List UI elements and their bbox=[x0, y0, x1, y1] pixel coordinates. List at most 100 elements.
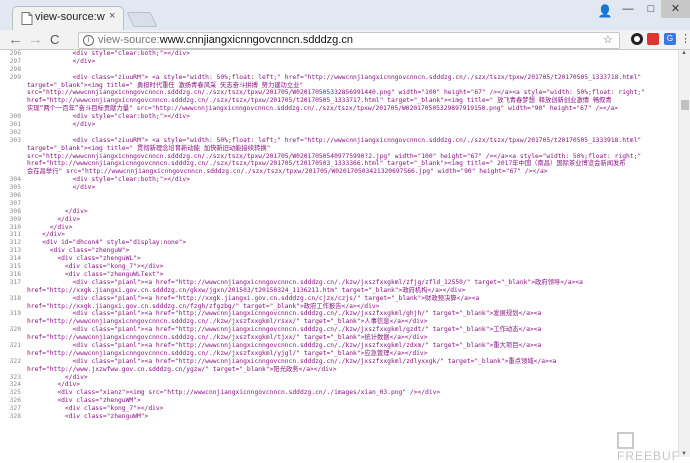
new-tab-button[interactable] bbox=[126, 12, 158, 27]
line-number: 317 bbox=[9, 278, 21, 286]
line-code: href="http://wwwcnnjiangxicnngovcnncn.sd… bbox=[27, 334, 428, 342]
source-line: 323 </div> bbox=[0, 374, 678, 382]
source-line: 318 <div class="pianl"><a href="http://x… bbox=[0, 295, 678, 303]
translate-extension-icon[interactable]: G bbox=[664, 33, 676, 45]
line-number: 327 bbox=[9, 405, 21, 413]
line-code: </div> bbox=[27, 57, 96, 65]
line-code: 会在昌举行" src="http://wwwcnnjiangxicnngovcn… bbox=[27, 168, 548, 176]
source-line: 314 <div class="zhenguWL"> bbox=[0, 255, 678, 263]
source-line: href="http://xxgk.jiangxi.gov.cn.sdddzg.… bbox=[0, 287, 678, 295]
line-number: 307 bbox=[9, 199, 21, 207]
line-code: <div class="zhenguWM"> bbox=[27, 412, 149, 420]
adblock-extension-icon[interactable] bbox=[647, 33, 659, 45]
document-icon bbox=[21, 12, 33, 25]
line-code: <div class="pianl"><a href="http://xxgk.… bbox=[27, 294, 480, 302]
line-number: 304 bbox=[9, 176, 21, 184]
line-code: <div class="pianl"><a href="http://wwwcn… bbox=[27, 357, 557, 365]
source-line: 320 <div class="pianl"><a href="http://w… bbox=[0, 326, 678, 334]
source-line: 305 </div> bbox=[0, 184, 678, 192]
line-code: href="http://xxgk.jiangxi.gov.cn.sdddzg.… bbox=[27, 286, 466, 294]
line-code: <div class="pianl"><a href="http://wwwcn… bbox=[27, 278, 583, 286]
line-number: 322 bbox=[9, 357, 21, 365]
line-number: 313 bbox=[9, 247, 21, 255]
line-number: 308 bbox=[9, 207, 21, 215]
source-view[interactable]: 296 <div style="clear:both;"></div> 297 <… bbox=[0, 50, 678, 457]
source-line: 321 <div class="pianl"><a href="http://w… bbox=[0, 342, 678, 350]
back-arrow-icon[interactable]: ← bbox=[8, 30, 23, 49]
source-line: 327 <div class="kong_7"></div> bbox=[0, 405, 678, 413]
line-number: 314 bbox=[9, 255, 21, 263]
line-number: 323 bbox=[9, 373, 21, 381]
line-code: target="_blank"><img title=" 勇担时代重任 激扬青春… bbox=[27, 81, 304, 89]
browser-tab[interactable]: view-source:www.cnnj × bbox=[12, 6, 124, 31]
line-code: target="_blank"><img title=" 贯彻新理念培育新动能 … bbox=[27, 144, 271, 152]
line-code: href="http://www.jxzwfww.gov.cn.sdddzg.c… bbox=[27, 365, 337, 373]
source-line: 317 <div class="pianl"><a href="http://w… bbox=[0, 279, 678, 287]
line-code: </div> bbox=[27, 184, 96, 192]
line-code: href="http://wwwcnnjiangxicnngovcnncn.sd… bbox=[27, 318, 428, 326]
line-number: 321 bbox=[9, 341, 21, 349]
line-number: 311 bbox=[9, 231, 21, 239]
source-line: 302 bbox=[0, 129, 678, 137]
source-line: 298 bbox=[0, 66, 678, 74]
source-line: 310 </div> bbox=[0, 224, 678, 232]
source-line: 311 </div> bbox=[0, 231, 678, 239]
line-code: <div id="dhcon4" style="display:none"> bbox=[27, 239, 187, 247]
url-host: www.cnnjiangxicnngovcnncn.sdddzg.cn bbox=[159, 34, 353, 46]
line-number: 319 bbox=[9, 310, 21, 318]
line-number: 325 bbox=[9, 389, 21, 397]
line-code: </div> bbox=[27, 231, 65, 239]
source-line: 会在昌举行" src="http://wwwcnnjiangxicnngovcn… bbox=[0, 168, 678, 176]
record-extension-icon[interactable] bbox=[631, 33, 643, 45]
watermark-logo-icon bbox=[617, 432, 634, 449]
line-code: </div> bbox=[27, 373, 88, 381]
browser-toolbar: ← → C i view-source:www.cnnjiangxicnngov… bbox=[0, 30, 690, 50]
vertical-scrollbar[interactable]: ▲ ▼ bbox=[678, 50, 690, 457]
menu-icon[interactable]: ⋮ bbox=[680, 33, 690, 45]
source-line: 324 </div> bbox=[0, 381, 678, 389]
tab-close-icon[interactable]: × bbox=[109, 10, 115, 22]
scroll-up-arrow-icon[interactable]: ▲ bbox=[681, 50, 687, 56]
line-code: <div style="clear:both;"></div> bbox=[27, 50, 191, 57]
source-line: href="http://www.jxzwfww.gov.cn.sdddzg.c… bbox=[0, 366, 678, 374]
address-bar[interactable]: i view-source:www.cnnjiangxicnngovcnncn.… bbox=[78, 32, 620, 49]
source-line: 328 <div class="zhenguWM"> bbox=[0, 413, 678, 421]
source-line: 309 </div> bbox=[0, 216, 678, 224]
source-line: 300 <div style="clear:both;"></div> bbox=[0, 113, 678, 121]
source-line: 312 <div id="dhcon4" style="display:none… bbox=[0, 239, 678, 247]
line-number: 315 bbox=[9, 263, 21, 271]
line-number: 299 bbox=[9, 73, 21, 81]
forward-arrow-icon[interactable]: → bbox=[28, 30, 43, 49]
source-line: 实现“两个一百年”奋斗目标贡献力量" src="http://wwwcnnjia… bbox=[0, 105, 678, 113]
line-number: 305 bbox=[9, 184, 21, 192]
line-number: 296 bbox=[9, 50, 21, 57]
line-number: 301 bbox=[9, 121, 21, 129]
info-icon[interactable]: i bbox=[83, 35, 94, 46]
url-scheme: view-source: bbox=[98, 34, 160, 46]
line-code: <div class="kong_7"></div> bbox=[27, 263, 164, 271]
line-number: 326 bbox=[9, 397, 21, 405]
scrollbar-thumb[interactable] bbox=[681, 100, 689, 110]
line-code: <div class="pianl"><a href="http://wwwcn… bbox=[27, 341, 542, 349]
watermark-text: FREEBUF bbox=[617, 449, 681, 463]
source-line: 304 <div style="clear:both;"></div> bbox=[0, 176, 678, 184]
tab-title: view-source:www.cnnj bbox=[35, 11, 105, 23]
line-code: </div> bbox=[27, 381, 81, 389]
line-code: <div style="clear:both;"></div> bbox=[27, 176, 191, 184]
source-line: 316 <div class="zhenguWLText"> bbox=[0, 271, 678, 279]
line-code: 实现“两个一百年”奋斗目标贡献力量" src="http://wwwcnnjia… bbox=[27, 105, 619, 113]
line-code: <div class="zhenguWL"> bbox=[27, 255, 141, 263]
source-line: 301 </div> bbox=[0, 121, 678, 129]
url-text[interactable]: view-source:www.cnnjiangxicnngovcnncn.sd… bbox=[98, 33, 353, 48]
reload-icon[interactable]: C bbox=[50, 30, 59, 49]
bookmark-star-icon[interactable]: ☆ bbox=[603, 33, 613, 48]
source-line: target="_blank"><img title=" 贯彻新理念培育新动能 … bbox=[0, 145, 678, 153]
line-code: <div class="ziuuRM"> <a style="width: 50… bbox=[27, 73, 642, 81]
line-number: 300 bbox=[9, 113, 21, 121]
line-number: 316 bbox=[9, 270, 21, 278]
source-line: 307 bbox=[0, 200, 678, 208]
source-line: 308 </div> bbox=[0, 208, 678, 216]
close-window-button[interactable]: ✕ bbox=[661, 0, 690, 18]
source-line: 297 </div> bbox=[0, 58, 678, 66]
source-line: 326 <div class="zhenguWM"> bbox=[0, 397, 678, 405]
